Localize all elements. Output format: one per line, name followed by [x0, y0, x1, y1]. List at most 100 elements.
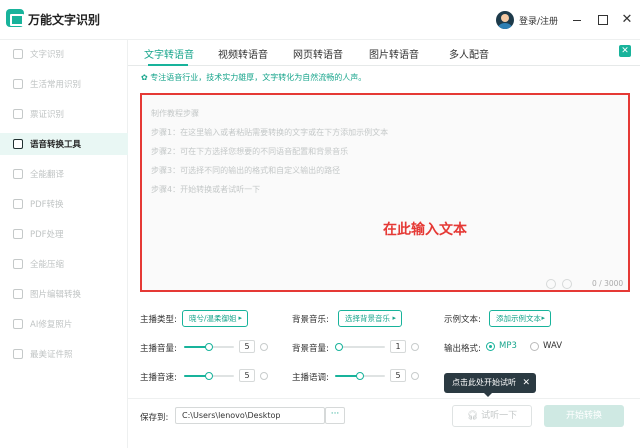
format-wav-radio[interactable]	[530, 342, 539, 351]
tab-image-to-speech[interactable]: 图片转语音	[369, 46, 419, 61]
sidebar-item-label: 图片编辑转换	[30, 290, 82, 300]
anchor-volume-value[interactable]: 5	[239, 340, 255, 353]
avatar[interactable]	[496, 11, 514, 29]
pdf-process-icon	[13, 229, 23, 239]
clear-icon[interactable]	[546, 279, 556, 289]
sidebar-item-translate[interactable]: 全能翻译	[0, 163, 128, 185]
char-count: 0 / 3000	[592, 279, 624, 288]
life-scan-icon	[13, 79, 23, 89]
sidebar-item-ai-photo[interactable]: AI修复照片	[0, 313, 128, 335]
sidebar-item-pdf-convert[interactable]: PDF转换	[0, 193, 128, 215]
footer-divider	[128, 398, 640, 399]
sidebar-item-label: 票证识别	[30, 110, 65, 120]
chevron-right-icon: ▸	[392, 314, 396, 322]
anchor-type-label: 主播类型:	[140, 315, 177, 325]
paste-icon[interactable]	[562, 279, 572, 289]
bgm-volume-value[interactable]: 1	[390, 340, 406, 353]
active-tab-indicator	[148, 64, 188, 66]
bgm-value: 选择背景音乐	[345, 314, 390, 323]
anchor-tone-slider[interactable]	[335, 372, 385, 380]
sidebar-item-compress[interactable]: 全能压缩	[0, 253, 128, 275]
sidebar-item-pdf-process[interactable]: PDF处理	[0, 223, 128, 245]
bgm-volume-label: 背景音量:	[292, 344, 329, 354]
slider-knob[interactable]	[335, 343, 343, 351]
translate-icon	[13, 169, 23, 179]
tab-multi-dubbing[interactable]: 多人配音	[449, 46, 489, 61]
browse-button[interactable]: ···	[325, 407, 345, 424]
pdf-convert-icon	[13, 199, 23, 209]
editor-placeholder-step: 步骤2：可在下方选择您想要的不同语音配置和背景音乐	[151, 147, 349, 156]
sample-text-button[interactable]: 添加示例文本 ▸	[489, 310, 551, 327]
text-scan-icon	[13, 49, 23, 59]
bgm-volume-slider[interactable]	[335, 343, 385, 351]
editor-placeholder-step: 步骤1：在这里输入或者粘贴需要转换的文字或在下方添加示例文本	[151, 128, 389, 137]
tip-icon: ✿	[141, 73, 151, 82]
sidebar-item-life-scan[interactable]: 生活常用识别	[0, 73, 128, 95]
reset-icon[interactable]	[411, 343, 419, 351]
app-logo-icon	[6, 9, 24, 27]
sample-text-label: 示例文本:	[444, 315, 481, 325]
ticket-scan-icon	[13, 109, 23, 119]
try-listen-tooltip: 点击此处开始试听 ✕	[444, 373, 536, 397]
tooltip-text: 点击此处开始试听	[452, 378, 516, 387]
anchor-tone-label: 主播语调:	[292, 373, 329, 383]
close-icon[interactable]: ✕	[618, 11, 636, 29]
minimize-icon[interactable]	[568, 11, 586, 29]
anchor-tone-value[interactable]: 5	[390, 369, 406, 382]
anchor-speed-slider[interactable]	[184, 372, 234, 380]
compress-icon	[13, 259, 23, 269]
close-panel-icon[interactable]: ✕	[619, 45, 631, 57]
sidebar: 文字识别 生活常用识别 票证识别 语音转换工具 全能翻译 PDF转换 PDF处理…	[0, 40, 128, 448]
output-format-label: 输出格式:	[444, 344, 481, 354]
input-annotation: 在此输入文本	[383, 222, 467, 238]
reset-icon[interactable]	[411, 372, 419, 380]
sidebar-item-label: PDF转换	[30, 200, 64, 210]
sidebar-item-text-scan[interactable]: 文字识别	[0, 43, 128, 65]
reset-icon[interactable]	[260, 372, 268, 380]
anchor-volume-slider[interactable]	[184, 343, 234, 351]
slider-knob[interactable]	[356, 372, 364, 380]
image-edit-icon	[13, 289, 23, 299]
maximize-icon[interactable]	[594, 11, 612, 29]
sidebar-item-image-edit[interactable]: 图片编辑转换	[0, 283, 128, 305]
tab-text-to-speech[interactable]: 文字转语音	[144, 46, 194, 61]
login-link[interactable]: 登录/注册	[519, 14, 558, 27]
sidebar-item-label: 语音转换工具	[30, 140, 82, 150]
sidebar-item-label: 生活常用识别	[30, 80, 82, 90]
sidebar-item-label: AI修复照片	[30, 320, 73, 330]
anchor-speed-value[interactable]: 5	[239, 369, 255, 382]
sidebar-item-label: PDF处理	[30, 230, 64, 240]
slider-knob[interactable]	[205, 343, 213, 351]
id-photo-icon	[13, 349, 23, 359]
format-wav-label: WAV	[543, 341, 563, 351]
anchor-volume-label: 主播音量:	[140, 344, 177, 354]
sample-text-value: 添加示例文本	[496, 314, 541, 323]
sidebar-item-label: 文字识别	[30, 50, 65, 60]
ai-photo-icon	[13, 319, 23, 329]
slider-knob[interactable]	[205, 372, 213, 380]
hint-text: 专注语音行业，技术实力雄厚，文字转化为自然流畅的人声。	[150, 73, 367, 82]
voice-convert-icon	[13, 139, 23, 149]
text-input-area[interactable]: 制作教程步骤 步骤1：在这里输入或者粘贴需要转换的文字或在下方添加示例文本 步骤…	[140, 93, 630, 292]
anchor-speed-label: 主播音速:	[140, 373, 177, 383]
format-mp3-radio[interactable]	[486, 342, 495, 351]
feature-hint: ✿ 专注语音行业，技术实力雄厚，文字转化为自然流畅的人声。	[141, 72, 366, 83]
tab-video-to-speech[interactable]: 视频转语音	[218, 46, 268, 61]
sidebar-item-voice-convert[interactable]: 语音转换工具	[0, 133, 128, 155]
sidebar-item-ticket-scan[interactable]: 票证识别	[0, 103, 128, 125]
tooltip-close-icon[interactable]: ✕	[522, 373, 530, 393]
reset-icon[interactable]	[260, 343, 268, 351]
try-listen-label: 试听一下	[481, 411, 518, 421]
save-path-field[interactable]: C:\Users\lenovo\Desktop	[175, 407, 325, 424]
bgm-button[interactable]: 选择背景音乐 ▸	[338, 310, 402, 327]
editor-placeholder-title: 制作教程步骤	[151, 109, 199, 118]
start-convert-button[interactable]: 开始转换	[544, 405, 624, 427]
chevron-right-icon: ▸	[238, 314, 242, 322]
sidebar-item-id-photo[interactable]: 最美证件照	[0, 343, 128, 365]
tab-web-to-speech[interactable]: 网页转语音	[293, 46, 343, 61]
editor-placeholder-step: 步骤4：开始转换或者试听一下	[151, 185, 261, 194]
try-listen-button[interactable]: 🎧︎ 试听一下	[452, 405, 532, 427]
app-title: 万能文字识别	[28, 13, 101, 27]
title-bar: 万能文字识别 登录/注册 ✕	[0, 0, 640, 40]
anchor-type-button[interactable]: 晓兮/温柔御姐 ▸	[182, 310, 248, 327]
